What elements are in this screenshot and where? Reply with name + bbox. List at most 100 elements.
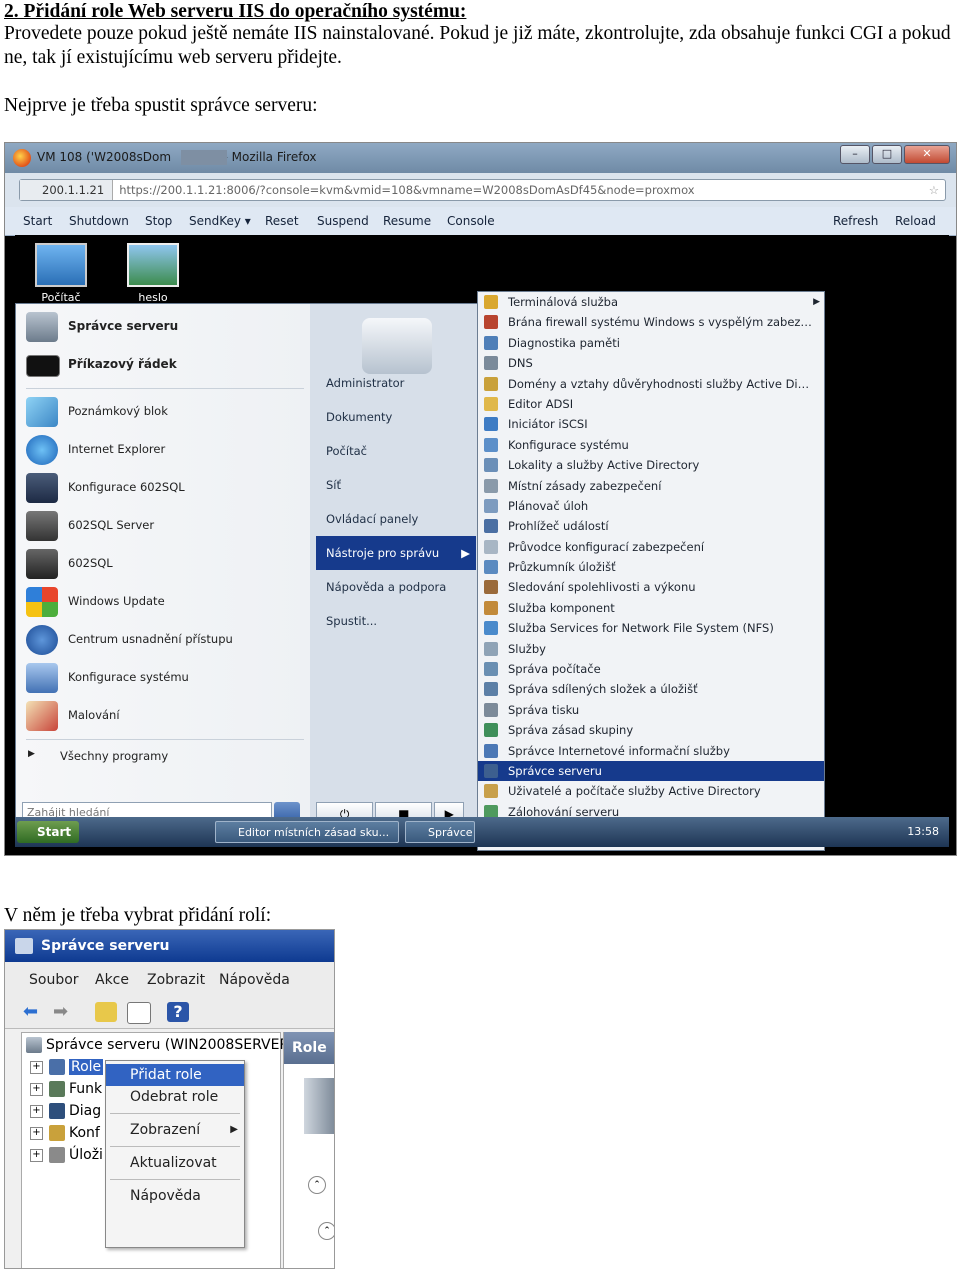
- admin-tool-item[interactable]: Brána firewall systému Windows s vyspělý…: [478, 312, 824, 332]
- start-orb-button[interactable]: Start: [17, 821, 79, 843]
- start-item-command-prompt[interactable]: Příkazový řádek: [20, 346, 310, 384]
- admin-tool-item[interactable]: Editor ADSI: [478, 394, 824, 414]
- start-right-control-panel[interactable]: Ovládací panely: [316, 502, 476, 536]
- context-remove-roles[interactable]: Odebrat role: [106, 1086, 244, 1108]
- start-item-602sql-config[interactable]: Konfigurace 602SQL: [20, 469, 310, 507]
- help-icon[interactable]: ?: [167, 1002, 189, 1022]
- context-help[interactable]: Nápověda: [106, 1185, 244, 1207]
- reload-button[interactable]: Reload: [895, 214, 936, 228]
- start-right-computer[interactable]: Počítač: [316, 434, 476, 468]
- start-right-documents[interactable]: Dokumenty: [316, 400, 476, 434]
- start-right-run[interactable]: Spustit...: [316, 604, 476, 638]
- expand-icon[interactable]: +: [30, 1104, 43, 1118]
- resume-button[interactable]: Resume: [383, 214, 431, 228]
- reset-button[interactable]: Reset: [265, 214, 299, 228]
- admin-tool-item[interactable]: Správa počítače: [478, 659, 824, 679]
- expand-icon[interactable]: +: [30, 1060, 43, 1074]
- menu-file[interactable]: Soubor: [29, 972, 79, 988]
- console-button[interactable]: Console: [447, 214, 495, 228]
- collapse-icon[interactable]: ⌃: [318, 1222, 334, 1240]
- show-hide-tree-icon[interactable]: [127, 1002, 151, 1024]
- start-item-notepad[interactable]: Poznámkový blok: [20, 393, 310, 431]
- refresh-button[interactable]: Refresh: [833, 214, 878, 228]
- admin-tool-item[interactable]: Průzkumník úložišť: [478, 557, 824, 577]
- folder-up-icon[interactable]: [95, 1002, 117, 1022]
- tree-item-storage[interactable]: + Úloži: [22, 1145, 103, 1165]
- back-arrow-icon[interactable]: ⬅: [23, 1002, 45, 1022]
- start-right-help[interactable]: Nápověda a podpora: [316, 570, 476, 604]
- context-add-roles[interactable]: Přidat role: [106, 1064, 244, 1086]
- clock: 13:58: [907, 825, 939, 838]
- expand-icon[interactable]: +: [30, 1148, 43, 1162]
- tree-item-roles[interactable]: + Role: [22, 1057, 104, 1077]
- admin-tool-item[interactable]: Služba Services for Network File System …: [478, 618, 824, 638]
- admin-tool-item[interactable]: Lokality a služby Active Directory: [478, 455, 824, 475]
- admin-tool-item[interactable]: Místní zásady zabezpečení: [478, 476, 824, 496]
- start-right-administrator[interactable]: Administrator: [316, 366, 476, 400]
- all-programs-item[interactable]: ▶ Všechny programy: [20, 744, 310, 770]
- admin-tool-item[interactable]: Konfigurace systému: [478, 435, 824, 455]
- bookmark-star-icon[interactable]: ☆: [929, 180, 939, 200]
- admin-tool-item[interactable]: Služba komponent: [478, 598, 824, 618]
- admin-tool-item[interactable]: Plánovač úloh: [478, 496, 824, 516]
- admin-tool-icon: [484, 784, 498, 799]
- start-item-paint[interactable]: Malování: [20, 697, 310, 735]
- admin-tool-item[interactable]: Správa zásad skupiny: [478, 720, 824, 740]
- url-field[interactable]: 200.1.1.21 https://200.1.1.21:8006/?conso…: [19, 179, 946, 201]
- desktop-icon-computer[interactable]: Počítač: [21, 243, 101, 304]
- admin-tool-item[interactable]: Domény a vztahy důvěryhodnosti služby Ac…: [478, 374, 824, 394]
- maximize-button[interactable]: □: [872, 145, 902, 164]
- start-item-602sql[interactable]: 602SQL: [20, 545, 310, 583]
- admin-tool-item[interactable]: Správce Internetové informační služby: [478, 741, 824, 761]
- collapse-icon[interactable]: ⌃: [308, 1176, 326, 1194]
- forward-arrow-icon[interactable]: ➡: [53, 1002, 75, 1022]
- admin-tool-item[interactable]: Služby: [478, 639, 824, 659]
- admin-tool-item[interactable]: Uživatelé a počítače služby Active Direc…: [478, 781, 824, 801]
- taskbar-item-server-manager[interactable]: Správce: [405, 821, 475, 843]
- menu-view[interactable]: Zobrazit: [147, 972, 205, 988]
- admin-tool-item[interactable]: Sledování spolehlivosti a výkonu: [478, 577, 824, 597]
- admin-tool-item[interactable]: Správa sdílených složek a úložišť: [478, 679, 824, 699]
- tree-item-configuration[interactable]: + Konf: [22, 1123, 100, 1143]
- expand-icon[interactable]: +: [30, 1126, 43, 1140]
- admin-tool-icon: [484, 417, 498, 432]
- taskbar-item-gpedit[interactable]: Editor místních zásad sku...: [215, 821, 399, 843]
- desktop-icon-heslo[interactable]: heslo: [113, 243, 193, 304]
- site-identity[interactable]: 200.1.1.21: [20, 180, 114, 200]
- context-view[interactable]: Zobrazení ▶: [106, 1119, 244, 1141]
- admin-tool-item[interactable]: Diagnostika paměti: [478, 333, 824, 353]
- expand-icon[interactable]: +: [30, 1082, 43, 1096]
- start-item-internet-explorer[interactable]: Internet Explorer: [20, 431, 310, 469]
- sendkey-button[interactable]: SendKey ▾: [189, 214, 251, 228]
- start-button[interactable]: Start: [23, 214, 52, 228]
- roles-pane-header: Role: [284, 1032, 334, 1064]
- admin-tool-item[interactable]: Prohlížeč událostí: [478, 516, 824, 536]
- admin-tool-item[interactable]: Správa tisku: [478, 700, 824, 720]
- stop-button[interactable]: Stop: [145, 214, 172, 228]
- admin-tool-item[interactable]: Iniciátor iSCSI: [478, 414, 824, 434]
- start-item-ease-of-access[interactable]: Centrum usnadnění přístupu: [20, 621, 310, 659]
- menu-action[interactable]: Akce: [95, 972, 129, 988]
- admin-tool-item[interactable]: Terminálová služba ▶: [478, 292, 824, 312]
- start-right-admin-tools[interactable]: Nástroje pro správu ▶: [316, 536, 476, 570]
- start-item-system-config[interactable]: Konfigurace systému: [20, 659, 310, 697]
- internet-explorer-icon: [26, 435, 58, 465]
- start-right-network[interactable]: Síť: [316, 468, 476, 502]
- tree-item-diagnostics[interactable]: + Diag: [22, 1101, 101, 1121]
- admin-tool-item[interactable]: Průvodce konfigurací zabezpečení: [478, 537, 824, 557]
- admin-tool-item[interactable]: DNS: [478, 353, 824, 373]
- start-item-602sql-server[interactable]: 602SQL Server: [20, 507, 310, 545]
- admin-tool-icon: [484, 519, 498, 534]
- tree-item-features[interactable]: + Funk: [22, 1079, 102, 1099]
- context-refresh[interactable]: Aktualizovat: [106, 1152, 244, 1174]
- tree-root[interactable]: Správce serveru (WIN2008SERVER: [26, 1035, 289, 1055]
- start-item-server-manager[interactable]: Správce serveru: [20, 308, 310, 346]
- minimize-button[interactable]: –: [840, 145, 870, 164]
- shutdown-button[interactable]: Shutdown: [69, 214, 129, 228]
- admin-tool-item[interactable]: Správce serveru: [478, 760, 824, 782]
- start-item-windows-update[interactable]: Windows Update: [20, 583, 310, 621]
- suspend-button[interactable]: Suspend: [317, 214, 369, 228]
- close-button[interactable]: ✕: [904, 145, 950, 164]
- menu-help[interactable]: Nápověda: [219, 972, 290, 988]
- start-menu-places: Administrator Dokumenty Počítač Síť Ovlá…: [316, 308, 476, 638]
